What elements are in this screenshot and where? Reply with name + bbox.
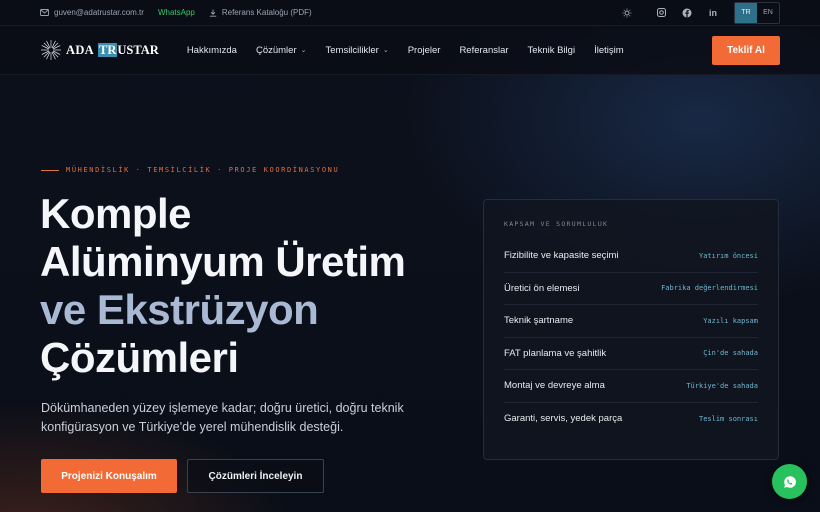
- headline-line-2: Alüminyum Üretim: [40, 238, 406, 285]
- scope-row: Montaj ve devreye alma Türkiye'de sahada: [504, 370, 758, 403]
- catalog-download-link[interactable]: Referans Kataloğu (PDF): [209, 8, 312, 17]
- top-utility-bar: guven@adatrustar.com.tr WhatsApp Referan…: [0, 0, 820, 26]
- theme-toggle-sun-icon[interactable]: [620, 6, 634, 20]
- headline-line-3: ve Ekstrüzyon: [40, 286, 319, 333]
- nav-item-hakkimizda[interactable]: Hakkımızda: [187, 45, 237, 56]
- nav-item-temsilcilikler[interactable]: Temsilcilikler ⌄: [326, 45, 389, 56]
- scope-row: Teknik şartname Yazılı kapsam: [504, 305, 758, 338]
- logo-text-trustar: TRUSTAR: [97, 42, 159, 58]
- whatsapp-icon: [783, 475, 796, 488]
- logo-text-ada: ADA: [66, 42, 94, 57]
- hero-headline: Komple Alüminyum Üretim ve Ekstrüzyon Çö…: [40, 190, 406, 382]
- nav-item-projeler[interactable]: Projeler: [408, 45, 441, 56]
- scope-row-value: Türkiye'de sahada: [686, 381, 758, 390]
- scope-row-value: Yatırım öncesi: [698, 251, 758, 260]
- scope-row: Üretici ön elemesi Fabrika değerlendirme…: [504, 273, 758, 305]
- scope-row-label: Teknik şartname: [504, 315, 574, 327]
- scope-row-label: Garanti, servis, yedek parça: [504, 413, 623, 425]
- nav-item-label: Referanslar: [459, 44, 509, 56]
- nav-item-label: Hakkımızda: [186, 44, 237, 56]
- mail-icon: [40, 9, 49, 16]
- scope-row-label: FAT planlama ve şahitlik: [504, 347, 607, 359]
- email-text: guven@adatrustar.com.tr: [54, 8, 144, 17]
- nav-item-label: Çözümler: [255, 44, 297, 56]
- scope-row: FAT planlama ve şahitlik Çin'de sahada: [504, 338, 758, 370]
- main-navigation: ADA TRUSTAR Hakkımızda Çözümler ⌄ Temsilc…: [0, 26, 820, 75]
- logo[interactable]: ADA TRUSTAR: [40, 39, 159, 61]
- chevron-down-icon: ⌄: [300, 47, 307, 54]
- eyebrow-line: [41, 169, 59, 171]
- nav-item-label: Temsilcilikler: [325, 44, 379, 56]
- scope-row-value: Çin'de sahada: [703, 349, 758, 358]
- instagram-icon[interactable]: [654, 6, 668, 20]
- language-switcher: TR EN: [734, 1, 780, 24]
- hero-eyebrow: MÜHENDİSLİK · TEMSİLCİLİK · PROJE KOORDİ…: [41, 166, 339, 174]
- email-link[interactable]: guven@adatrustar.com.tr: [40, 8, 144, 17]
- whatsapp-link[interactable]: WhatsApp: [158, 8, 195, 17]
- whatsapp-floating-button[interactable]: [772, 464, 807, 499]
- scope-row-value: Yazılı kapsam: [703, 316, 758, 325]
- logo-burst-icon: [41, 40, 61, 60]
- whatsapp-text: WhatsApp: [157, 8, 195, 17]
- lang-en[interactable]: EN: [757, 3, 779, 23]
- hero-subtitle: Dökümhaneden yüzey işlemeye kadar; doğru…: [41, 401, 404, 434]
- scope-card: KAPSAM VE SORUMLULUK Fizibilite ve kapas…: [483, 199, 779, 460]
- nav-item-cozumler[interactable]: Çözümler ⌄: [256, 45, 307, 56]
- explore-solutions-button[interactable]: Çözümleri İnceleyin: [187, 459, 324, 493]
- scope-row-label: Montaj ve devreye alma: [504, 380, 605, 392]
- eyebrow-text: MÜHENDİSLİK · TEMSİLCİLİK · PROJE KOORDİ…: [66, 166, 340, 174]
- chevron-down-icon: ⌄: [382, 47, 389, 54]
- nav-item-label: Teknik Bilgi: [527, 44, 576, 56]
- headline-line-1: Komple: [40, 190, 192, 237]
- scope-row-label: Üretici ön elemesi: [504, 282, 580, 294]
- scope-row-label: Fizibilite ve kapasite seçimi: [504, 250, 619, 262]
- facebook-icon[interactable]: [680, 6, 694, 20]
- scope-row-value: Fabrika değerlendirmesi: [661, 284, 758, 293]
- nav-item-label: Projeler: [407, 44, 441, 56]
- logo-text-tr: TR: [97, 42, 118, 57]
- headline-line-4: Çözümleri: [40, 334, 239, 381]
- get-quote-button[interactable]: Teklif Al: [712, 35, 780, 65]
- nav-item-iletisim[interactable]: İletişim: [594, 45, 624, 56]
- nav-item-teknik-bilgi[interactable]: Teknik Bilgi: [528, 45, 576, 56]
- scope-card-title: KAPSAM VE SORUMLULUK: [504, 220, 609, 228]
- scope-row-value: Teslim sonrası: [698, 414, 758, 423]
- download-icon: [209, 9, 217, 17]
- nav-menu: Hakkımızda Çözümler ⌄ Temsilcilikler ⌄ Pro…: [187, 45, 643, 56]
- linkedin-icon[interactable]: in: [706, 6, 720, 20]
- discuss-project-button[interactable]: Projenizi Konuşalım: [41, 459, 177, 493]
- lang-tr[interactable]: TR: [735, 2, 757, 23]
- logo-text-ustar: USTAR: [117, 42, 159, 57]
- scope-row: Garanti, servis, yedek parça Teslim sonr…: [504, 403, 758, 436]
- scope-row: Fizibilite ve kapasite seçimi Yatırım ön…: [504, 240, 758, 273]
- catalog-text: Referans Kataloğu (PDF): [221, 8, 312, 17]
- nav-item-label: İletişim: [594, 44, 624, 56]
- nav-item-referanslar[interactable]: Referanslar: [459, 45, 508, 56]
